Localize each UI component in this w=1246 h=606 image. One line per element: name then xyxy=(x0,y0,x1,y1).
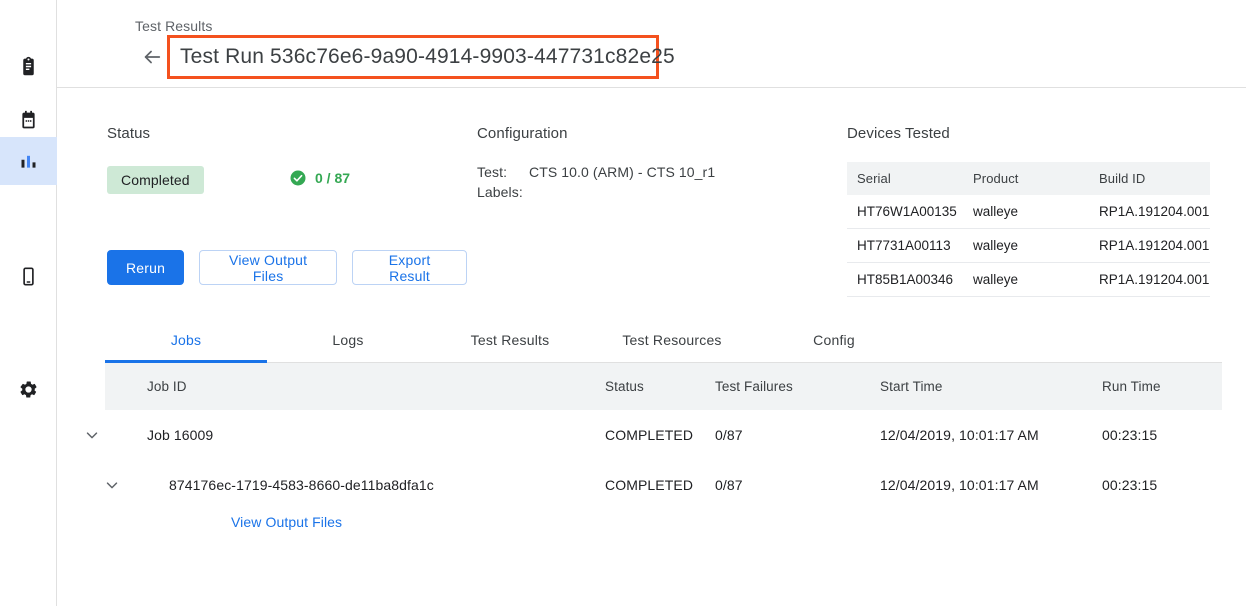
device-build-id: RP1A.191204.001 xyxy=(1089,229,1210,263)
page-title-highlight: Test Run 536c76e6-9a90-4914-9903-447731c… xyxy=(167,35,659,79)
chevron-down-icon[interactable] xyxy=(103,476,121,494)
tab-test-results[interactable]: Test Results xyxy=(429,318,591,362)
attempt-run-time: 00:23:15 xyxy=(1102,460,1222,510)
devices-col-build-id: Build ID xyxy=(1089,162,1210,195)
configuration-list: Test: CTS 10.0 (ARM) - CTS 10_r1 Labels: xyxy=(477,164,837,200)
tab-logs[interactable]: Logs xyxy=(267,318,429,362)
table-row-actions: View Output Files xyxy=(105,510,1222,547)
job-id-cell: Job 16009 xyxy=(105,410,605,460)
pass-count: 0 / 87 xyxy=(289,169,350,187)
view-output-files-link[interactable]: View Output Files xyxy=(231,514,342,530)
device-build-id: RP1A.191204.001 xyxy=(1089,195,1210,229)
attempt-id-cell: 874176ec-1719-4583-8660-de11ba8dfa1c xyxy=(105,460,605,510)
config-value-test: CTS 10.0 (ARM) - CTS 10_r1 xyxy=(529,164,837,180)
action-buttons: Rerun View Output Files Export Result xyxy=(107,250,467,285)
breadcrumb: Test Results xyxy=(135,18,212,34)
attempt-id-text: 874176ec-1719-4583-8660-de11ba8dfa1c xyxy=(147,477,434,493)
table-row: Job 16009 COMPLETED 0/87 12/04/2019, 10:… xyxy=(105,410,1222,460)
rerun-button[interactable]: Rerun xyxy=(107,250,184,285)
status-column: Status Completed 0 / 87 Rerun xyxy=(107,125,467,203)
jobs-table-container: Job ID Status Test Failures Start Time R… xyxy=(105,363,1222,547)
table-row: HT76W1A00135 walleye RP1A.191204.001 xyxy=(847,195,1210,229)
devices-table: Serial Product Build ID HT76W1A00135 wal… xyxy=(847,162,1210,297)
jobs-col-test-failures: Test Failures xyxy=(715,363,880,410)
config-key-test: Test: xyxy=(477,164,529,180)
view-output-files-button[interactable]: View Output Files xyxy=(199,250,337,285)
device-serial: HT7731A00113 xyxy=(847,229,963,263)
device-build-id: RP1A.191204.001 xyxy=(1089,263,1210,297)
jobs-col-run-time: Run Time xyxy=(1102,363,1222,410)
jobs-col-status: Status xyxy=(605,363,715,410)
jobs-col-job-id: Job ID xyxy=(105,363,605,410)
device-serial: HT76W1A00135 xyxy=(847,195,963,229)
sidebar-item-settings[interactable] xyxy=(0,365,57,413)
phone-icon xyxy=(18,266,39,287)
sidebar-item-test-results[interactable] xyxy=(0,137,57,185)
jobs-col-start-time: Start Time xyxy=(880,363,1102,410)
tab-test-resources[interactable]: Test Resources xyxy=(591,318,753,362)
back-button[interactable] xyxy=(139,44,165,70)
table-row: HT85B1A00346 walleye RP1A.191204.001 xyxy=(847,263,1210,297)
status-heading: Status xyxy=(107,125,467,142)
device-product: walleye xyxy=(963,229,1089,263)
app-root: Test Results Test Run 536c76e6-9a90-4914… xyxy=(0,0,1246,606)
calendar-icon xyxy=(18,110,39,131)
attempt-status: COMPLETED xyxy=(605,460,715,510)
config-value-labels xyxy=(529,184,837,200)
attempt-test-failures: 0/87 xyxy=(715,460,880,510)
sidebar-item-test-suites[interactable] xyxy=(0,42,57,90)
status-badge: Completed xyxy=(107,166,204,194)
job-status: COMPLETED xyxy=(605,410,715,460)
job-id-text: Job 16009 xyxy=(147,427,213,443)
device-product: walleye xyxy=(963,263,1089,297)
table-row: HT7731A00113 walleye RP1A.191204.001 xyxy=(847,229,1210,263)
configuration-column: Configuration Test: CTS 10.0 (ARM) - CTS… xyxy=(477,125,837,200)
sidebar-item-devices[interactable] xyxy=(0,252,57,300)
config-key-labels: Labels: xyxy=(477,184,529,200)
chevron-down-icon[interactable] xyxy=(83,426,101,444)
page-header: Test Results Test Run 536c76e6-9a90-4914… xyxy=(57,0,1246,88)
tab-bar: Jobs Logs Test Results Test Resources Co… xyxy=(105,318,1222,363)
devices-table-header-row: Serial Product Build ID xyxy=(847,162,1210,195)
attempt-start-time: 12/04/2019, 10:01:17 AM xyxy=(880,460,1102,510)
bar-chart-icon xyxy=(18,151,39,172)
devices-column: Devices Tested Serial Product Build ID H… xyxy=(847,125,1212,297)
job-test-failures: 0/87 xyxy=(715,410,880,460)
jobs-table: Job ID Status Test Failures Start Time R… xyxy=(105,363,1222,547)
status-row: Completed 0 / 87 xyxy=(107,163,467,203)
gear-icon xyxy=(18,379,39,400)
tab-jobs[interactable]: Jobs xyxy=(105,318,267,362)
view-output-files-link-wrap: View Output Files xyxy=(147,508,342,530)
device-serial: HT85B1A00346 xyxy=(847,263,963,297)
configuration-heading: Configuration xyxy=(477,125,837,142)
attempt-actions-cell: View Output Files xyxy=(105,510,1222,547)
summary-section: Status Completed 0 / 87 Rerun xyxy=(57,88,1246,318)
job-start-time: 12/04/2019, 10:01:17 AM xyxy=(880,410,1102,460)
table-row: 874176ec-1719-4583-8660-de11ba8dfa1c COM… xyxy=(105,460,1222,510)
jobs-table-header-row: Job ID Status Test Failures Start Time R… xyxy=(105,363,1222,410)
export-result-button[interactable]: Export Result xyxy=(352,250,467,285)
sidebar xyxy=(0,0,57,606)
main-content: Test Results Test Run 536c76e6-9a90-4914… xyxy=(57,0,1246,606)
pass-count-text: 0 / 87 xyxy=(315,170,350,186)
clipboard-icon xyxy=(18,56,39,77)
device-product: walleye xyxy=(963,195,1089,229)
devices-col-product: Product xyxy=(963,162,1089,195)
tab-config[interactable]: Config xyxy=(753,318,915,362)
check-circle-icon xyxy=(289,169,307,187)
devices-col-serial: Serial xyxy=(847,162,963,195)
devices-heading: Devices Tested xyxy=(847,125,1212,142)
page-title: Test Run 536c76e6-9a90-4914-9903-447731c… xyxy=(170,45,675,69)
job-run-time: 00:23:15 xyxy=(1102,410,1222,460)
